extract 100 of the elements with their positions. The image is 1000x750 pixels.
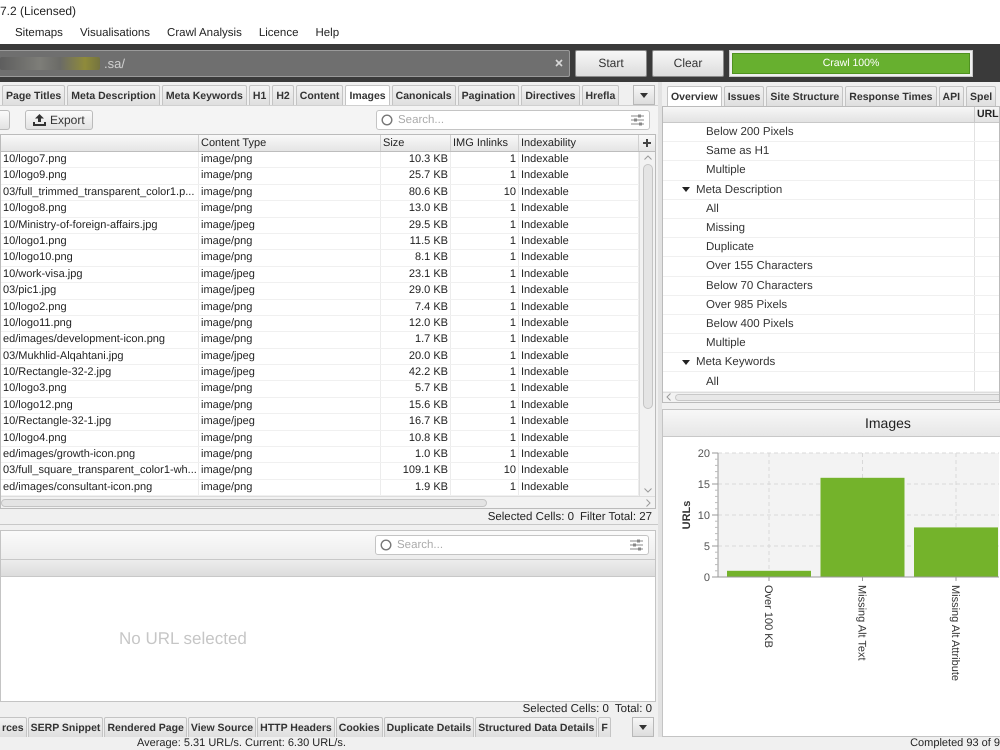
- axis-tick-label: 0: [704, 572, 710, 584]
- tab[interactable]: Hrefla: [582, 85, 620, 105]
- plus-icon[interactable]: [643, 139, 651, 147]
- tab[interactable]: Pagination: [458, 85, 520, 105]
- chevron-right-icon[interactable]: [646, 498, 651, 507]
- chevron-left-icon[interactable]: [666, 393, 671, 402]
- status-text: Selected Cells: 0: [522, 703, 609, 715]
- table-cell: 1: [451, 300, 519, 315]
- menu-item[interactable]: Crawl Analysis: [167, 27, 242, 39]
- category-label: Missing Alt Attribute: [949, 584, 961, 681]
- caret-icon: [639, 724, 647, 730]
- horizontal-scrollbar[interactable]: [1, 496, 655, 508]
- tree-item[interactable]: Meta Description: [696, 184, 782, 196]
- horizontal-scrollbar[interactable]: [663, 392, 999, 402]
- status-text: Selected Cells: 0: [488, 510, 574, 523]
- table-cell: image/png: [199, 463, 381, 479]
- tree-item[interactable]: Multiple: [706, 164, 746, 176]
- tab[interactable]: SERP Snippet: [28, 717, 104, 737]
- category-label: Missing Alt Text: [856, 584, 868, 660]
- table-cell: 10/Ministry-of-foreign-affairs.jpg: [1, 218, 199, 233]
- table-cell: image/png: [199, 300, 381, 315]
- column-header[interactable]: URL: [974, 107, 999, 122]
- export-button[interactable]: Export: [25, 110, 93, 130]
- menu-item[interactable]: Help: [315, 27, 340, 39]
- tab[interactable]: H2: [272, 85, 294, 105]
- tree-item[interactable]: Below 400 Pixels: [706, 318, 794, 330]
- tab[interactable]: F: [598, 717, 611, 737]
- caret-icon[interactable]: [682, 360, 690, 365]
- tab[interactable]: Spel: [966, 86, 996, 106]
- tree-item[interactable]: Same as H1: [706, 145, 770, 158]
- tree-item[interactable]: Below 200 Pixels: [706, 126, 794, 138]
- chevron-down-icon[interactable]: [644, 488, 652, 494]
- sliders-icon[interactable]: [630, 539, 643, 552]
- table-cell: 10/logo7.png: [1, 152, 199, 168]
- status-text: Average: 5.31 URL/s. Current: 6.30 URL/s.: [137, 737, 346, 750]
- sliders-icon[interactable]: [631, 114, 644, 126]
- start-button[interactable]: Start: [575, 50, 647, 76]
- tab[interactable]: Directives: [521, 85, 580, 105]
- tab[interactable]: rces: [0, 717, 27, 737]
- tree-item[interactable]: Multiple: [706, 337, 746, 350]
- tab[interactable]: Page Titles: [2, 85, 66, 105]
- table-cell: image/png: [199, 332, 381, 348]
- search-icon: [381, 114, 393, 126]
- column-header[interactable]: IMG Inlinks: [451, 135, 519, 151]
- tree-item[interactable]: Missing: [706, 222, 745, 234]
- tab[interactable]: Issues: [724, 86, 764, 106]
- table-cell: 109.1 KB: [381, 463, 451, 479]
- caret-icon[interactable]: [682, 187, 690, 192]
- menu-item[interactable]: Sitemaps: [15, 27, 63, 39]
- progress-label: Crawl 100%: [822, 56, 880, 71]
- tree-item[interactable]: Over 155 Characters: [706, 260, 813, 272]
- search-icon: [380, 539, 392, 552]
- table-cell: 1: [451, 365, 519, 380]
- tree-item[interactable]: Below 70 Characters: [706, 280, 813, 292]
- column-header[interactable]: Indexability: [519, 135, 639, 151]
- tree-item[interactable]: All: [706, 202, 719, 215]
- table-cell: 03/pic1.jpg: [1, 283, 199, 299]
- tree-item[interactable]: All: [706, 376, 719, 388]
- clear-icon[interactable]: [555, 59, 563, 67]
- vertical-scrollbar[interactable]: [639, 152, 655, 496]
- tab[interactable]: Rendered Page: [104, 717, 187, 737]
- table-cell: 10: [451, 463, 519, 479]
- table-cell: 10/logo1.png: [1, 234, 199, 250]
- tab[interactable]: H1: [248, 85, 270, 105]
- clear-button[interactable]: Clear: [652, 50, 724, 76]
- tab[interactable]: Cookies: [336, 717, 383, 737]
- tab[interactable]: Duplicate Details: [384, 717, 474, 737]
- axis-title: URLs: [681, 500, 693, 529]
- tab[interactable]: HTTP Headers: [257, 717, 335, 737]
- status-text: Total: 0: [614, 703, 652, 715]
- tab-menu-button[interactable]: [633, 85, 655, 105]
- tab[interactable]: Meta Keywords: [162, 85, 247, 105]
- tab[interactable]: API: [938, 86, 964, 106]
- tree-item[interactable]: Duplicate: [706, 241, 754, 254]
- column-header[interactable]: Content Type: [199, 135, 381, 151]
- tab[interactable]: Canonicals: [392, 85, 456, 105]
- table-cell: image/jpeg: [199, 348, 381, 364]
- tab[interactable]: Meta Description: [67, 85, 160, 105]
- column-header[interactable]: Size: [381, 135, 451, 151]
- menu-item[interactable]: Visualisations: [80, 27, 150, 39]
- tab[interactable]: Content: [296, 85, 344, 105]
- tab[interactable]: Overview: [667, 86, 722, 106]
- tab[interactable]: Structured Data Details: [475, 717, 598, 737]
- table-cell: 10/logo11.png: [1, 316, 199, 332]
- axis-tick-label: 10: [698, 510, 710, 522]
- axis-tick-label: 15: [698, 478, 710, 491]
- tree-item[interactable]: Meta Keywords: [696, 356, 776, 368]
- search-field[interactable]: Search...: [375, 535, 649, 556]
- tab[interactable]: Images: [345, 85, 390, 105]
- tab[interactable]: Response Times: [845, 86, 937, 106]
- tab-menu-button[interactable]: [632, 717, 654, 737]
- tree-item[interactable]: Over 985 Pixels: [706, 298, 788, 311]
- chevron-up-icon[interactable]: [644, 155, 652, 160]
- menu-item[interactable]: Licence: [258, 27, 298, 39]
- search-field[interactable]: Search...: [376, 110, 650, 130]
- tab[interactable]: Site Structure: [766, 86, 844, 106]
- table-cell: 1: [451, 348, 519, 364]
- toolbar-button[interactable]: [0, 110, 10, 130]
- axis-tick-label: 5: [704, 540, 710, 553]
- tab[interactable]: View Source: [188, 717, 256, 737]
